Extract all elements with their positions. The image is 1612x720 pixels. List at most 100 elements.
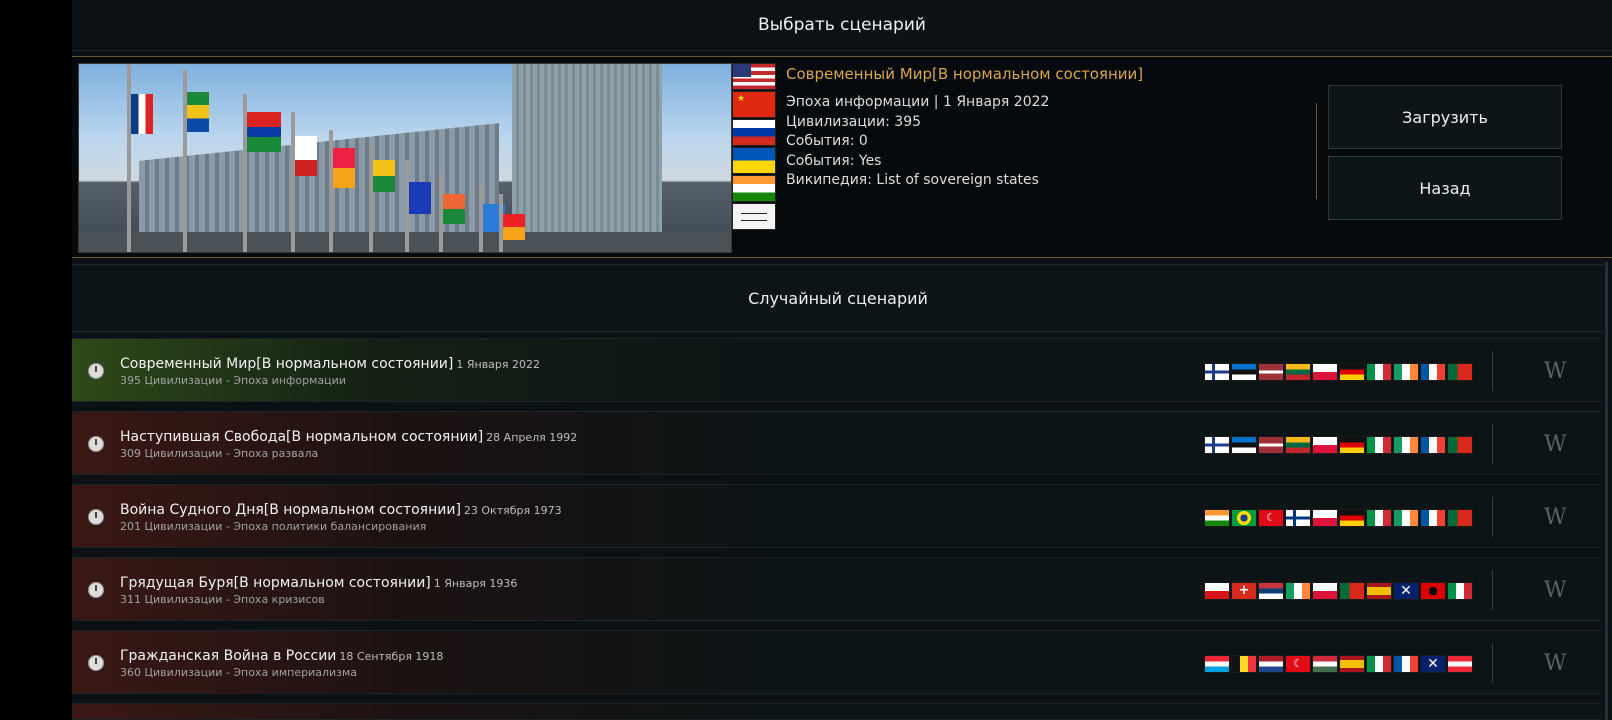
wikipedia-icon[interactable]: W: [1544, 651, 1567, 676]
featured-scenario: ★ Современный Мир[В нормальном состоянии…: [72, 56, 1612, 258]
spain-flag-icon: [1366, 582, 1392, 600]
gdr-flag-icon: [1339, 509, 1365, 527]
scenario-subtitle: 395 Цивилизации - Эпоха информации: [120, 374, 346, 387]
scenario-title: Наступившая Свобода[В нормальном состоян…: [120, 429, 484, 445]
lithuania-flag-icon: [1285, 363, 1311, 381]
gdr-flag-icon: [1339, 436, 1365, 454]
poland-flag-icon: [1312, 582, 1338, 600]
featured-events-count: События: 0: [786, 133, 868, 149]
flag-image: [131, 94, 153, 134]
scenario-subtitle: 201 Цивилизации - Эпоха политики баланси…: [120, 520, 427, 533]
wikipedia-icon[interactable]: W: [1544, 578, 1567, 603]
spain-flag-icon: [1339, 655, 1365, 673]
scenario-row[interactable]: [72, 703, 1602, 720]
divider: [1492, 497, 1493, 537]
czechoslovakia-flag-icon: [1204, 582, 1230, 600]
featured-title: Современный Мир[В нормальном состоянии]: [786, 65, 1144, 83]
italy-flag-icon: [1366, 436, 1392, 454]
scenario-row[interactable]: Грядущая Буря[В нормальном состоянии] 1 Я…: [72, 557, 1602, 621]
flag-image: [373, 160, 395, 192]
brazil-flag-icon: [1231, 509, 1257, 527]
scrollbar[interactable]: [1605, 262, 1608, 720]
scenario-flags: [1204, 436, 1473, 454]
wikipedia-icon[interactable]: W: [1544, 359, 1567, 384]
divider: [1492, 570, 1493, 610]
france-flag-icon: [1393, 655, 1419, 673]
featured-era: Эпоха информации | 1 Января 2022: [786, 94, 1050, 110]
scenario-title: Грядущая Буря[В нормальном состоянии]: [120, 575, 431, 591]
usa-flag-icon: [732, 63, 776, 90]
switzerland-flag-icon: +: [1231, 582, 1257, 600]
wikipedia-icon[interactable]: W: [1544, 432, 1567, 457]
scenario-subtitle: 360 Цивилизации - Эпоха империализма: [120, 666, 358, 679]
gdr-flag-icon: [1339, 363, 1365, 381]
flag-image: [333, 148, 355, 188]
scenario-title: Гражданская Война в России: [120, 648, 337, 664]
scenario-date: 28 Апреля 1992: [486, 431, 578, 444]
india-flag-icon: [732, 175, 776, 202]
featured-info: Современный Мир[В нормальном состоянии] …: [786, 65, 1306, 191]
ireland-flag-icon: [1393, 436, 1419, 454]
netherlands-flag-icon: [1258, 655, 1284, 673]
scenario-title-line: Современный Мир[В нормальном состоянии] 1…: [120, 356, 540, 372]
featured-events: События: Yes: [786, 152, 882, 169]
scenario-date: 18 Сентября 1918: [339, 650, 444, 663]
turkey-flag-icon: ☾: [1285, 655, 1311, 673]
swastika-flag-icon: ●: [1420, 582, 1446, 600]
scenario-title-line: Грядущая Буря[В нормальном состоянии] 1 Я…: [120, 575, 517, 591]
scenario-date: 23 Октября 1973: [463, 504, 562, 517]
finland-nordic-flag-icon: [1204, 436, 1230, 454]
divider: [1316, 103, 1317, 199]
ireland-flag-icon: [1285, 582, 1311, 600]
scenario-subtitle: 309 Цивилизации - Эпоха развала: [120, 447, 319, 460]
scenario-title: Современный Мир[В нормальном состоянии]: [120, 356, 454, 372]
france-flag-icon: [1420, 363, 1446, 381]
poland-flag-icon: [1312, 436, 1338, 454]
scenario-title-line: Наступившая Свобода[В нормальном состоян…: [120, 429, 577, 445]
ireland-flag-icon: [1393, 363, 1419, 381]
hungary-flag-icon: [1312, 655, 1338, 673]
flagpole: [291, 112, 295, 252]
flag-image: [247, 112, 281, 152]
clock-icon: [88, 363, 104, 379]
finland-nordic-flag-icon: [1204, 363, 1230, 381]
featured-civs: Цивилизации: 395: [786, 113, 922, 130]
back-button[interactable]: Назад: [1328, 156, 1562, 220]
scenario-panel: Выбрать сценарий ★ Современный Мир[В нор…: [72, 0, 1612, 720]
divider: [1492, 643, 1493, 683]
scenario-image: [78, 63, 732, 253]
flag-image: [503, 214, 525, 240]
portugal-flag-icon: [1447, 363, 1473, 381]
scenario-flags: [1204, 363, 1473, 381]
scenario-flags: ☾: [1204, 509, 1473, 527]
scenario-row[interactable]: Война Судного Дня[В нормальном состоянии…: [72, 484, 1602, 548]
ireland-flag-icon: [1393, 509, 1419, 527]
clock-icon: [88, 509, 104, 525]
india-flag-icon: [1204, 509, 1230, 527]
luxembourg-flag-icon: [1204, 655, 1230, 673]
scenario-row[interactable]: Современный Мир[В нормальном состоянии] 1…: [72, 338, 1602, 402]
featured-flag-list: ★: [732, 63, 776, 251]
scenario-row[interactable]: Гражданская Война в России 18 Сентября 19…: [72, 630, 1602, 694]
austria-flag-icon: [1447, 655, 1473, 673]
wikipedia-icon[interactable]: W: [1544, 505, 1567, 530]
load-button[interactable]: Загрузить: [1328, 85, 1562, 149]
flagpole: [127, 64, 131, 252]
portugal-flag-icon: [1447, 509, 1473, 527]
portugal-flag-icon: [1339, 582, 1365, 600]
finland-flag-icon: [1285, 509, 1311, 527]
scenario-subtitle: 311 Цивилизации - Эпоха кризисов: [120, 593, 325, 606]
france-flag-icon: [1420, 436, 1446, 454]
flag-image: [187, 92, 209, 132]
latvia-flag-icon: [1258, 363, 1284, 381]
random-scenario-button[interactable]: Случайный сценарий: [72, 264, 1604, 332]
scenario-title-line: Война Судного Дня[В нормальном состоянии…: [120, 502, 562, 518]
france-flag-icon: [1420, 509, 1446, 527]
scenario-row[interactable]: Наступившая Свобода[В нормальном состоян…: [72, 411, 1602, 475]
italy-flag-icon: [1366, 509, 1392, 527]
portugal-flag-icon: [1447, 436, 1473, 454]
scenario-flags: ☾ ✕: [1204, 655, 1473, 673]
scenario-date: 1 Января 2022: [456, 358, 541, 371]
latvia-flag-icon: [1258, 436, 1284, 454]
poland-flag-icon: [1312, 363, 1338, 381]
